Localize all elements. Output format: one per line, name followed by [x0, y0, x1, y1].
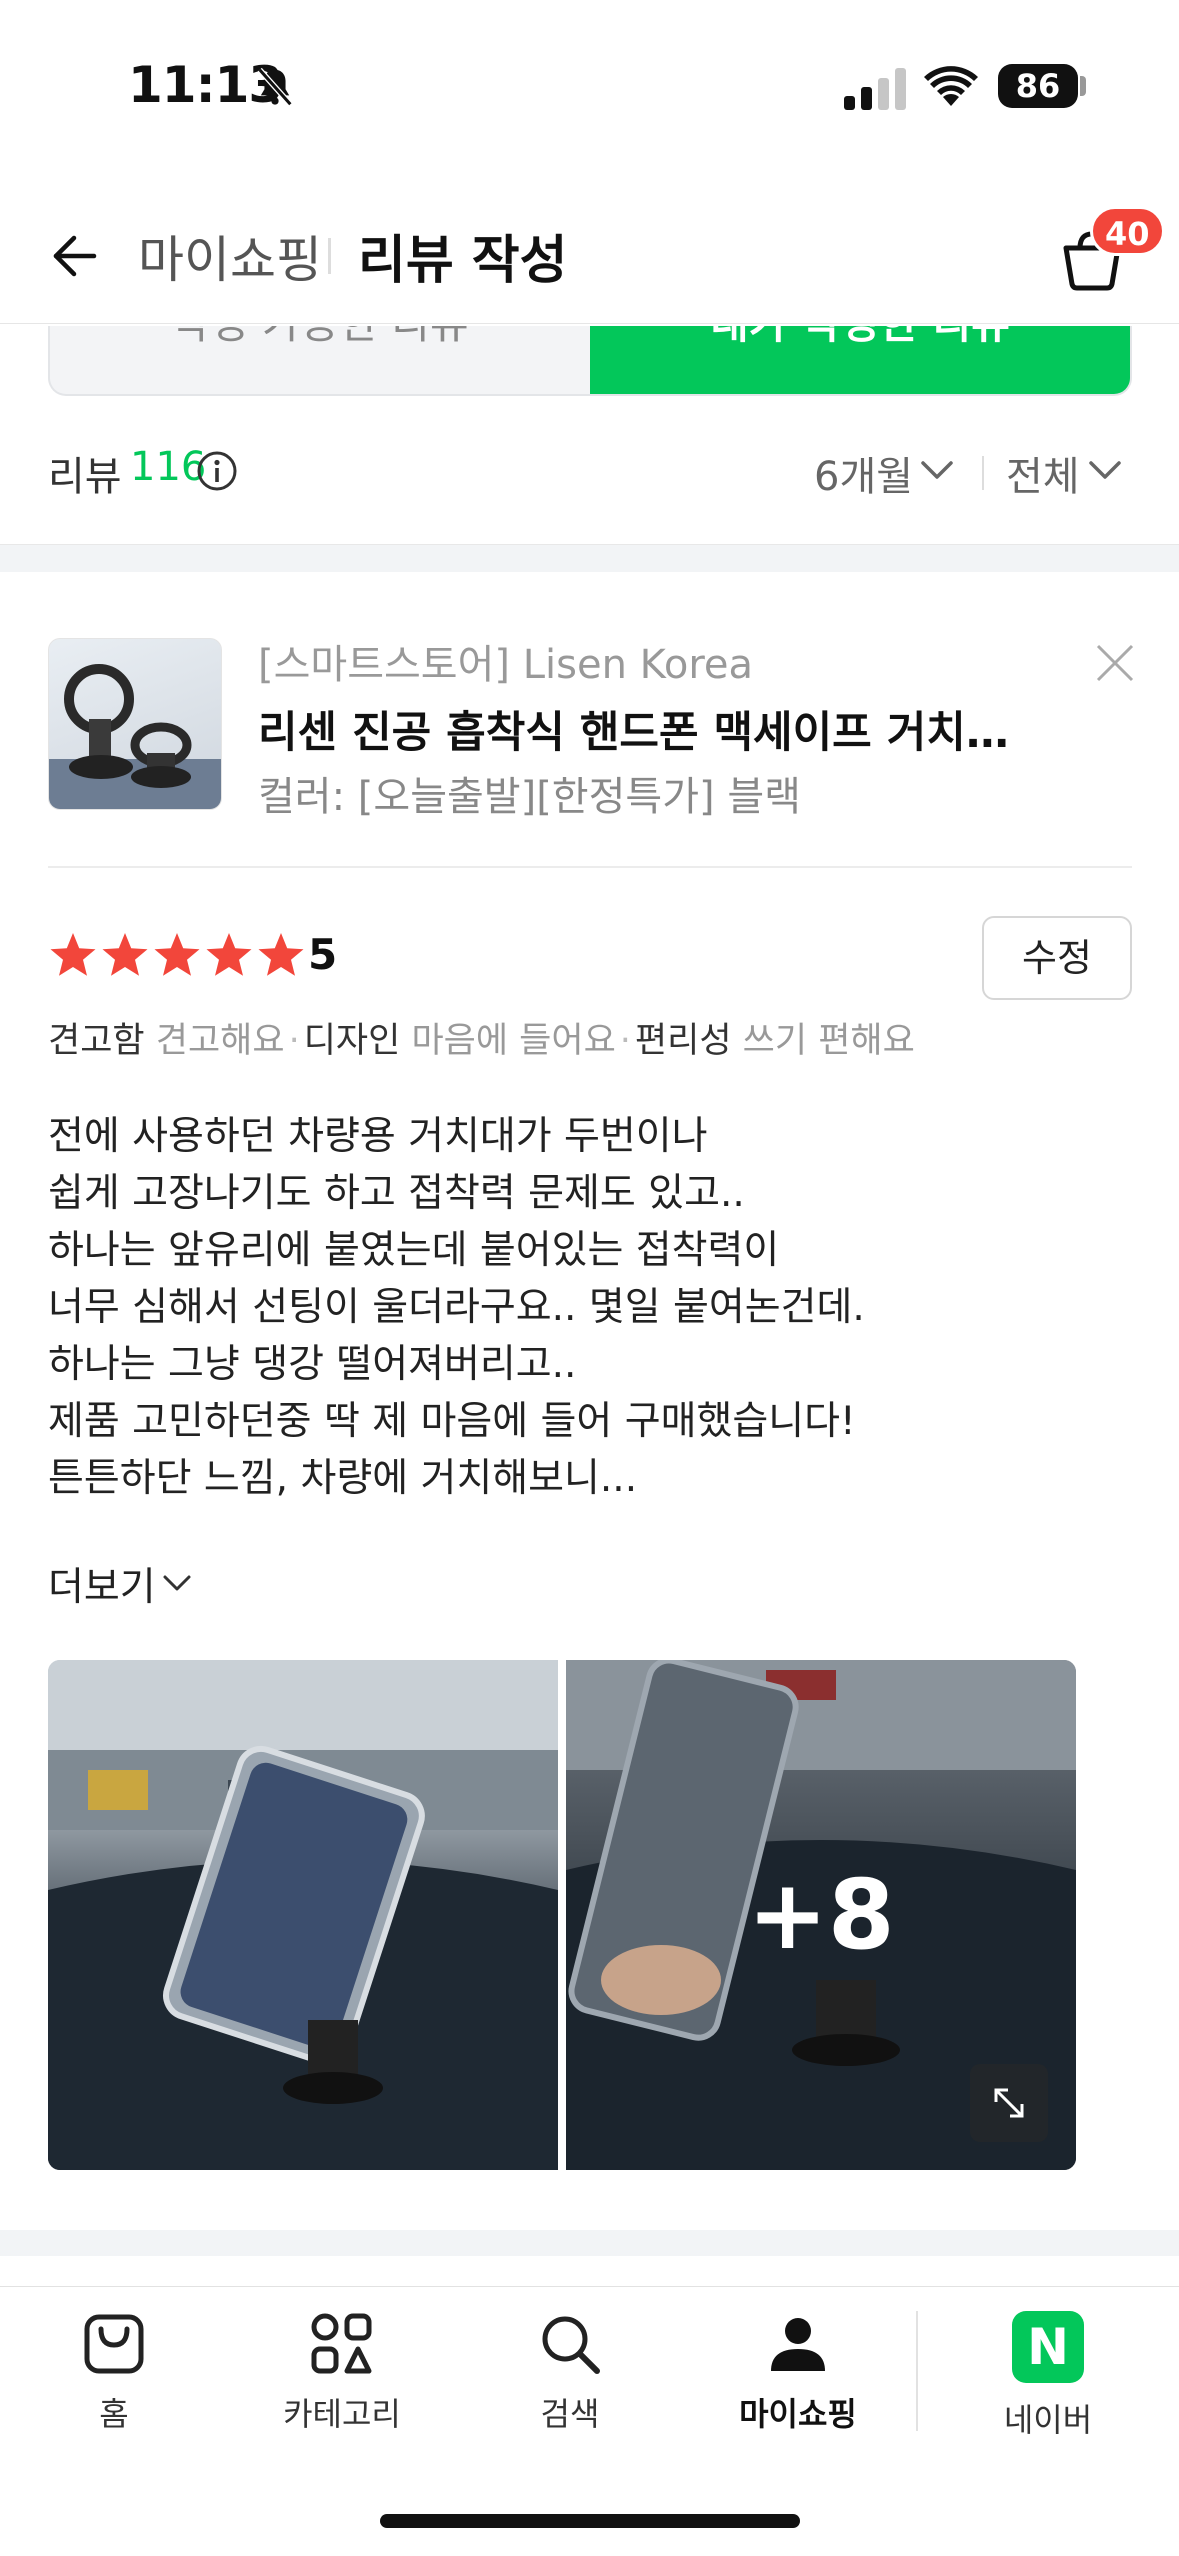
- attribute-value: 견고해요: [155, 1021, 285, 1061]
- attribute-key: 견고함: [48, 1021, 145, 1061]
- section-divider: [0, 544, 1179, 572]
- nav-label: 검색: [540, 2395, 600, 2433]
- review-photo[interactable]: [48, 1660, 558, 2170]
- product-divider: [48, 866, 1132, 868]
- attribute-key: 디자인: [303, 1021, 401, 1061]
- phone-mount-image: [49, 664, 221, 809]
- review-summary-row: 리뷰 116 6개월 전체: [48, 440, 1132, 500]
- nav-search[interactable]: 검색: [480, 2311, 660, 2451]
- star-icon: [258, 933, 304, 976]
- attribute-separator: ·: [619, 1021, 631, 1061]
- attribute-separator: ·: [288, 1021, 300, 1061]
- review-line: 쉽게 고장나기도 하고 접착력 문제도 있고..: [48, 1171, 745, 1216]
- review-photo-more[interactable]: +8: [566, 1660, 1076, 2170]
- close-icon[interactable]: [1094, 642, 1136, 684]
- phone-on-dashboard-photo: [48, 1660, 558, 2170]
- show-more-link[interactable]: 더보기: [48, 1556, 156, 1612]
- review-line: 하나는 앞유리에 붙였는데 붙어있는 접착력이: [48, 1228, 780, 1273]
- battery-cap: [1080, 76, 1086, 96]
- nav-label: 카테고리: [283, 2395, 401, 2433]
- tab-writable-reviews[interactable]: 작성 가능한 리뷰: [50, 326, 590, 394]
- nav-label: 마이쇼핑: [739, 2395, 857, 2433]
- nav-naver[interactable]: N 네이버: [958, 2311, 1138, 2451]
- review-line: 튼튼하단 느낌, 차량에 거치해보니...: [48, 1456, 638, 1501]
- category-icon: [311, 2313, 372, 2374]
- top-header: 마이쇼핑 리뷰 작성 40: [0, 190, 1179, 324]
- star-icon: [206, 933, 252, 976]
- review-tabs: 작성 가능한 리뷰 내가 작성한 리뷰: [48, 326, 1132, 396]
- nav-divider: [916, 2311, 918, 2431]
- product-thumbnail[interactable]: [48, 638, 222, 810]
- dropdown-divider: [982, 456, 984, 490]
- person-icon: [771, 2318, 825, 2371]
- star-rating: [48, 930, 306, 980]
- bell-muted-icon: [257, 67, 293, 107]
- status-bar: 11:13 86: [0, 0, 1179, 170]
- chevron-down-icon: [921, 461, 953, 479]
- section-divider: [0, 2230, 1179, 2256]
- wifi-icon: [924, 66, 978, 106]
- page-title: 리뷰 작성: [358, 231, 568, 291]
- home-indicator[interactable]: [380, 2514, 800, 2528]
- review-line: 전에 사용하던 차량용 거치대가 두번이나: [48, 1114, 708, 1159]
- nav-label: 네이버: [1003, 2401, 1093, 2439]
- naver-icon: N: [1012, 2311, 1084, 2383]
- nav-myshopping[interactable]: 마이쇼핑: [708, 2311, 888, 2451]
- info-icon[interactable]: [196, 450, 238, 492]
- breadcrumb-divider: [328, 238, 331, 274]
- tab-my-reviews[interactable]: 내가 작성한 리뷰: [590, 326, 1130, 394]
- filter-dropdown[interactable]: 전체: [1006, 444, 1080, 502]
- review-attributes: 견고함 견고해요 · 디자인 마음에 들어요 · 편리성 쓰기 편해요: [48, 1012, 915, 1063]
- search-icon: [542, 2316, 600, 2374]
- edit-review-button[interactable]: 수정: [982, 916, 1132, 1000]
- star-icon: [102, 933, 148, 976]
- nav-category[interactable]: 카테고리: [252, 2311, 432, 2451]
- chevron-down-icon: [163, 1575, 191, 1591]
- attribute-value: 쓰기 편해요: [742, 1021, 915, 1061]
- battery-indicator: 86: [998, 64, 1078, 108]
- cart-count-badge: 40: [1090, 206, 1165, 256]
- attribute-key: 편리성: [634, 1021, 732, 1061]
- nav-home[interactable]: 홈: [24, 2311, 204, 2451]
- rating-value: 5: [308, 930, 338, 979]
- product-name[interactable]: 리센 진공 흡착식 핸드폰 맥세이프 거치대 ...: [258, 698, 1048, 760]
- review-line: 너무 심해서 선팅이 울더라구요.. 몇일 붙여논건데.: [48, 1285, 865, 1330]
- expand-icon[interactable]: [970, 2064, 1048, 2142]
- period-dropdown[interactable]: 6개월: [814, 444, 913, 502]
- review-line: 제품 고민하던중 딱 제 마음에 들어 구매했습니다!: [48, 1399, 856, 1444]
- star-icon: [154, 933, 200, 976]
- product-option: 컬러: [오늘출발][한정특가] 블랙: [258, 774, 801, 820]
- chevron-down-icon: [1089, 461, 1121, 479]
- review-line: 하나는 그냥 댕강 떨어져버리고..: [48, 1342, 577, 1387]
- signal-icon: [844, 68, 906, 110]
- review-body: 전에 사용하던 차량용 거치대가 두번이나 쉽게 고장나기도 하고 접착력 문제…: [48, 1108, 1132, 1507]
- attribute-value: 마음에 들어요: [411, 1021, 616, 1061]
- shopping-bag-icon: [84, 2314, 144, 2374]
- review-count-value: 116: [130, 444, 207, 490]
- store-name[interactable]: [스마트스토어] Lisen Korea: [258, 632, 753, 690]
- star-icon: [50, 933, 96, 976]
- breadcrumb-myshopping[interactable]: 마이쇼핑: [138, 220, 322, 292]
- nav-label: 홈: [99, 2395, 129, 2433]
- back-arrow-icon[interactable]: [44, 228, 100, 284]
- review-count-label: 리뷰: [48, 454, 122, 500]
